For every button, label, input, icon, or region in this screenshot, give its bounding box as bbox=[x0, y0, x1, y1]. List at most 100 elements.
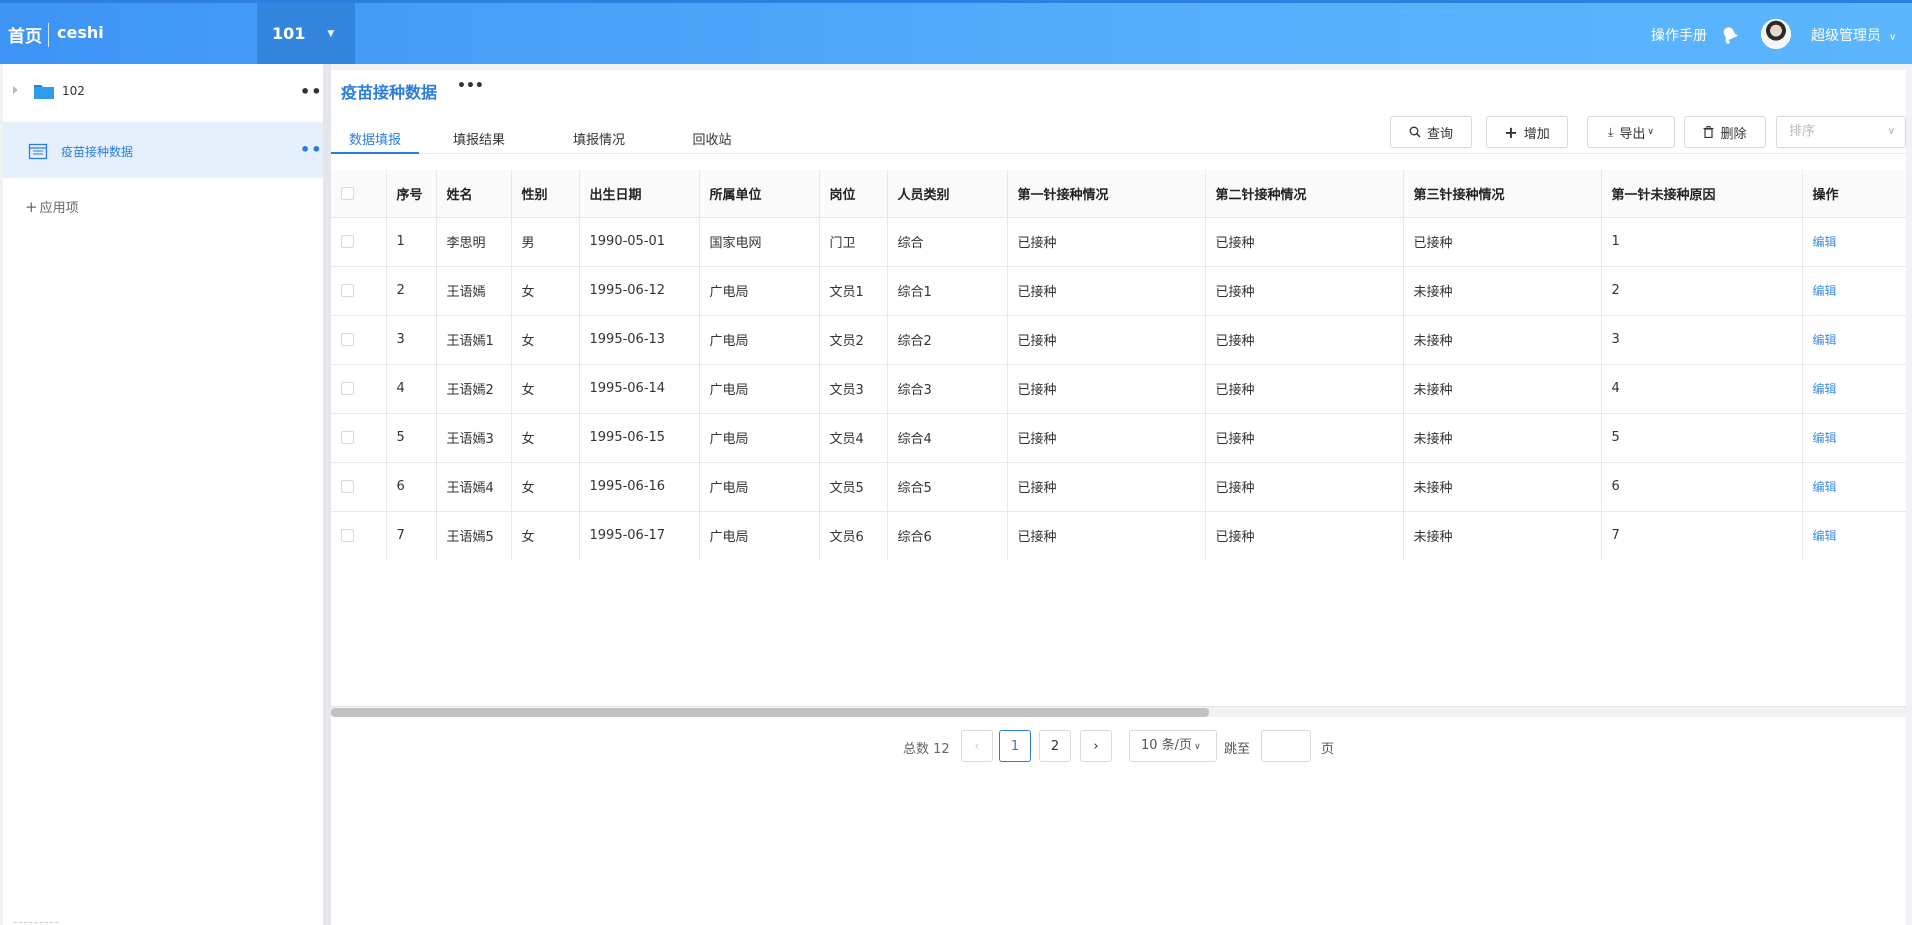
table-cell: 王语嫣3 bbox=[436, 413, 512, 463]
table-cell: 1995-06-16 bbox=[579, 462, 700, 512]
edit-link[interactable]: 编辑 bbox=[1813, 382, 1837, 396]
row-actions-cell: 编辑 bbox=[1802, 462, 1906, 512]
page-size-select[interactable]: 10 条/页 ∨ bbox=[1129, 730, 1217, 762]
folder-icon bbox=[34, 85, 54, 99]
column-header[interactable]: 出生日期 bbox=[579, 170, 700, 218]
table-cell: 王语嫣1 bbox=[436, 315, 512, 365]
table-cell: 文员1 bbox=[819, 266, 888, 316]
row-checkbox[interactable] bbox=[341, 284, 354, 297]
user-menu[interactable]: 超级管理员 ∨ bbox=[1811, 25, 1896, 45]
table-cell: 5 bbox=[1601, 413, 1803, 463]
table-cell: 广电局 bbox=[699, 266, 820, 316]
table-cell: 已接种 bbox=[1403, 217, 1602, 267]
add-app-item-button[interactable]: + 应用项 bbox=[25, 197, 79, 216]
workspace-select[interactable]: 101 ▼ bbox=[257, 3, 355, 64]
scrollbar-thumb[interactable] bbox=[331, 708, 1209, 717]
column-header[interactable]: 人员类别 bbox=[887, 170, 1008, 218]
sidebar-item-vaccine-data[interactable]: 疫苗接种数据 ••• bbox=[3, 122, 333, 178]
user-name: 超级管理员 bbox=[1811, 28, 1881, 44]
row-checkbox[interactable] bbox=[341, 235, 354, 248]
table-cell: 女 bbox=[511, 364, 580, 414]
select-all-checkbox[interactable] bbox=[341, 186, 354, 200]
table-cell: 国家电网 bbox=[699, 217, 820, 267]
select-all-cell bbox=[331, 170, 387, 218]
table-cell: 广电局 bbox=[699, 364, 820, 414]
expand-arrow-icon[interactable] bbox=[13, 86, 18, 94]
tab-fill-status[interactable]: 填报情况 bbox=[569, 120, 629, 154]
column-header[interactable]: 姓名 bbox=[436, 170, 512, 218]
column-header[interactable]: 第二针接种情况 bbox=[1205, 170, 1404, 218]
page-button[interactable]: 2 bbox=[1039, 730, 1071, 762]
edit-link[interactable]: 编辑 bbox=[1813, 284, 1837, 298]
row-actions-cell: 编辑 bbox=[1802, 511, 1906, 560]
export-button-label: 导出 bbox=[1619, 126, 1646, 142]
table-cell: 已接种 bbox=[1205, 217, 1404, 267]
sidebar-item-folder[interactable]: 102 ••• bbox=[3, 64, 333, 120]
table-cell: 女 bbox=[511, 462, 580, 512]
table-cell: 1995-06-12 bbox=[579, 266, 700, 316]
table-cell: 已接种 bbox=[1007, 364, 1206, 414]
column-header[interactable]: 第一针接种情况 bbox=[1007, 170, 1206, 218]
tab-recycle-bin[interactable]: 回收站 bbox=[689, 120, 735, 154]
column-header[interactable]: 第三针接种情况 bbox=[1403, 170, 1602, 218]
column-header[interactable]: 岗位 bbox=[819, 170, 888, 218]
bell-icon[interactable] bbox=[1720, 25, 1740, 45]
avatar[interactable] bbox=[1761, 19, 1791, 49]
chevron-down-icon: ∨ bbox=[1889, 32, 1897, 43]
table-cell: 1995-06-14 bbox=[579, 364, 700, 414]
search-icon bbox=[1409, 126, 1421, 138]
sidebar-item-label: 102 bbox=[62, 84, 85, 98]
tab-data-fill[interactable]: 数据填报 bbox=[331, 120, 419, 154]
edit-link[interactable]: 编辑 bbox=[1813, 235, 1837, 249]
row-checkbox[interactable] bbox=[341, 480, 354, 493]
row-checkbox[interactable] bbox=[341, 529, 354, 542]
column-header[interactable]: 序号 bbox=[386, 170, 437, 218]
table-cell: 已接种 bbox=[1007, 511, 1206, 560]
chevron-right-icon: › bbox=[1093, 738, 1099, 754]
column-header[interactable]: 所属单位 bbox=[699, 170, 820, 218]
page-size-value: 10 条/页 bbox=[1141, 738, 1193, 753]
add-button[interactable]: + 增加 bbox=[1486, 116, 1568, 148]
tab-fill-result[interactable]: 填报结果 bbox=[449, 120, 509, 154]
table-cell: 王语嫣2 bbox=[436, 364, 512, 414]
plus-icon: + bbox=[25, 198, 38, 216]
row-select-cell bbox=[331, 266, 387, 316]
edit-link[interactable]: 编辑 bbox=[1813, 333, 1837, 347]
table-cell: 2 bbox=[1601, 266, 1803, 316]
jump-page-input[interactable] bbox=[1261, 730, 1311, 762]
horizontal-scrollbar[interactable] bbox=[331, 706, 1906, 717]
edit-link[interactable]: 编辑 bbox=[1813, 529, 1837, 543]
row-checkbox[interactable] bbox=[341, 431, 354, 444]
row-select-cell bbox=[331, 217, 387, 267]
table-cell: 文员6 bbox=[819, 511, 888, 560]
table-cell: 2 bbox=[386, 266, 437, 316]
delete-button-label: 删除 bbox=[1720, 126, 1747, 142]
table-cell: 1 bbox=[1601, 217, 1803, 267]
row-actions-cell: 编辑 bbox=[1802, 315, 1906, 365]
page-button[interactable]: 1 bbox=[999, 730, 1031, 762]
column-header[interactable]: 第一针未接种原因 bbox=[1601, 170, 1803, 218]
sort-select[interactable]: 排序 ∨ bbox=[1776, 116, 1906, 148]
delete-button[interactable]: 删除 bbox=[1684, 116, 1766, 148]
table-cell: 未接种 bbox=[1403, 364, 1602, 414]
home-link[interactable]: 首页 bbox=[8, 22, 42, 47]
table-cell: 已接种 bbox=[1205, 364, 1404, 414]
more-icon[interactable]: ••• bbox=[457, 78, 484, 94]
row-checkbox[interactable] bbox=[341, 382, 354, 395]
column-header[interactable]: 性别 bbox=[511, 170, 580, 218]
table-row: 2 王语嫣女 1995-06-12 广电局 文员1 综合1 已接种 已接种 未接种 2 编辑 bbox=[331, 266, 1906, 316]
table-cell: 未接种 bbox=[1403, 315, 1602, 365]
manual-link[interactable]: 操作手册 bbox=[1651, 25, 1707, 45]
table-cell: 王语嫣5 bbox=[436, 511, 512, 560]
edit-link[interactable]: 编辑 bbox=[1813, 480, 1837, 494]
edit-link[interactable]: 编辑 bbox=[1813, 431, 1837, 445]
prev-page-button[interactable]: ‹ bbox=[961, 730, 993, 762]
row-select-cell bbox=[331, 364, 387, 414]
row-checkbox[interactable] bbox=[341, 333, 354, 346]
chevron-down-icon: ∨ bbox=[1194, 742, 1201, 752]
export-button[interactable]: ⤓ 导出 ∨ bbox=[1587, 116, 1675, 148]
next-page-button[interactable]: › bbox=[1080, 730, 1112, 762]
query-button[interactable]: 查询 bbox=[1390, 116, 1472, 148]
table-cell: 综合6 bbox=[887, 511, 1008, 560]
app-name[interactable]: ceshi bbox=[57, 23, 104, 42]
